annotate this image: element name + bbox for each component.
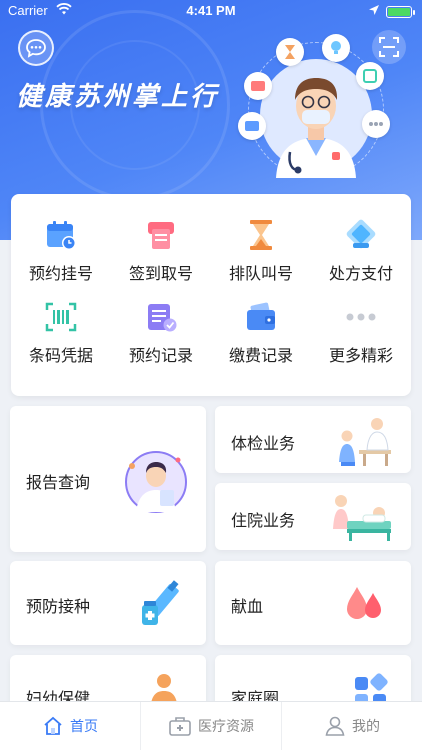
- orbit-hourglass-icon: [276, 38, 304, 66]
- calendar-clock-icon: [44, 218, 78, 252]
- battery-icon: [386, 6, 412, 18]
- grid-item-label: 签到取号: [128, 264, 193, 283]
- tab-label: 医疗资源: [198, 719, 254, 735]
- grid-item-label: 更多精彩: [328, 346, 393, 365]
- card-label: 预防接种: [26, 597, 91, 616]
- grid-item-payment-record[interactable]: 缴费记录: [211, 294, 311, 374]
- barcode-scan-icon: [44, 300, 78, 334]
- blood-drop-icon: [347, 587, 381, 619]
- grid-item-prescription-pay[interactable]: 处方支付: [311, 212, 411, 292]
- grid-item-barcode[interactable]: 条码凭据: [11, 294, 111, 374]
- quick-service-grid: 预约挂号 签到取号 排队叫号 处方支付 条码凭据 预约记录 缴费记录 更多精彩: [11, 194, 411, 396]
- orbit-scan-icon: [356, 62, 384, 90]
- more-dots-icon: [344, 300, 378, 334]
- card-label: 献血: [231, 597, 264, 616]
- grid-item-label: 预约挂号: [28, 264, 93, 283]
- bottom-tab-bar: 首页 医疗资源 我的: [0, 701, 422, 750]
- vaccination-card[interactable]: 预防接种: [10, 561, 206, 645]
- tab-label: 我的: [352, 719, 380, 735]
- blood-donation-card[interactable]: 献血: [215, 561, 411, 645]
- checkup-scene-icon: [339, 418, 391, 466]
- card-label: 报告查询: [26, 473, 91, 492]
- chat-bubble-icon: [26, 39, 46, 58]
- grid-item-appointment[interactable]: 预约挂号: [11, 212, 111, 292]
- report-doctor-icon: [125, 451, 187, 513]
- vaccine-syringe-icon: [142, 580, 179, 625]
- grid-item-queue[interactable]: 排队叫号: [211, 212, 311, 292]
- tab-mine[interactable]: 我的: [282, 702, 422, 750]
- medical-kit-icon: [168, 715, 192, 737]
- grid-item-label: 条码凭据: [28, 346, 93, 365]
- report-query-card[interactable]: 报告查询: [10, 406, 206, 552]
- ticket-machine-icon: [144, 218, 178, 252]
- inpatient-card[interactable]: 住院业务: [215, 483, 411, 550]
- tab-medical-resources[interactable]: 医疗资源: [140, 702, 282, 750]
- orbit-wallet-icon: [238, 112, 266, 140]
- hospital-bed-icon: [333, 495, 391, 541]
- grid-item-more[interactable]: 更多精彩: [311, 294, 411, 374]
- prescription-pay-icon: [344, 218, 378, 252]
- grid-item-appointment-record[interactable]: 预约记录: [111, 294, 211, 374]
- appointment-record-icon: [144, 300, 178, 334]
- orbit-ticket-icon: [244, 72, 272, 100]
- grid-item-label: 缴费记录: [228, 346, 293, 365]
- grid-item-label: 预约记录: [128, 346, 193, 365]
- grid-item-label: 处方支付: [328, 264, 393, 283]
- grid-item-label: 排队叫号: [228, 264, 293, 283]
- card-label: 体检业务: [231, 434, 296, 453]
- scan-icon: [379, 37, 399, 57]
- card-label: 住院业务: [231, 511, 296, 530]
- tab-label: 首页: [70, 719, 98, 735]
- user-icon: [324, 715, 346, 737]
- home-icon: [42, 715, 64, 737]
- wallet-icon: [244, 300, 278, 334]
- message-button[interactable]: [18, 30, 54, 66]
- tab-home[interactable]: 首页: [0, 702, 140, 750]
- orbit-more-icon: [362, 110, 390, 138]
- grid-item-checkin[interactable]: 签到取号: [111, 212, 211, 292]
- status-time: 4:41 PM: [186, 3, 236, 18]
- location-arrow-icon: [368, 4, 380, 20]
- battery-tip: [413, 10, 415, 15]
- hourglass-icon: [244, 218, 278, 252]
- status-bar: Carrier 4:41 PM: [0, 0, 422, 22]
- app-title: 健康苏州掌上行: [16, 82, 220, 112]
- checkup-card[interactable]: 体检业务: [215, 406, 411, 473]
- scan-button[interactable]: [372, 30, 406, 64]
- orbit-bulb-icon: [322, 34, 350, 62]
